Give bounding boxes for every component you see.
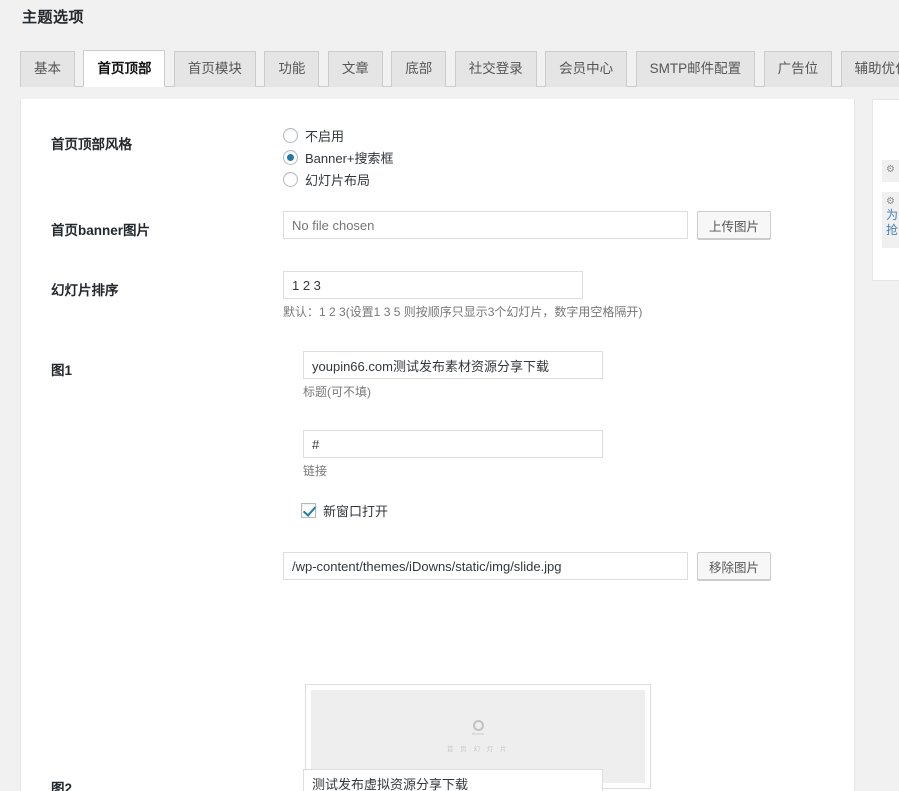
- page-title: 主题选项: [22, 6, 84, 27]
- tab-home-modules[interactable]: 首页模块: [174, 51, 256, 87]
- slide-1-title-group: 标题(可不填): [303, 351, 603, 400]
- checkbox-icon-new-window[interactable]: [301, 503, 316, 518]
- side-panel: ⚙ ⚙ 为 抢: [872, 99, 899, 281]
- banner-upload-group: 上传图片: [283, 211, 771, 239]
- radio-icon-banner-search[interactable]: [283, 150, 298, 165]
- slide-1-link-group: 链接: [303, 430, 603, 479]
- label-slide-order: 幻灯片排序: [51, 279, 119, 299]
- radio-option-slider-layout[interactable]: 幻灯片布局: [283, 169, 394, 190]
- side-panel-item-2-line2: 抢: [886, 223, 899, 238]
- label-slide-2: 图2: [51, 777, 72, 791]
- slide-1-image-group: 移除图片: [283, 552, 771, 580]
- radio-option-disabled[interactable]: 不启用: [283, 125, 394, 146]
- tab-basic[interactable]: 基本: [20, 51, 75, 87]
- side-panel-item-1[interactable]: ⚙: [882, 160, 899, 182]
- gear-icon: [473, 720, 484, 731]
- slide-1-newwindow-checkbox-row[interactable]: 新窗口打开: [301, 501, 388, 520]
- radio-label-banner-search: Banner+搜索框: [305, 148, 394, 167]
- label-banner-image: 首页banner图片: [51, 219, 150, 239]
- gear-icon: ⚙: [886, 164, 899, 176]
- slide-1-title-input[interactable]: [303, 351, 603, 379]
- radio-label-disabled: 不启用: [305, 126, 344, 145]
- tab-features[interactable]: 功能: [264, 51, 319, 87]
- tab-member-center[interactable]: 会员中心: [545, 51, 627, 87]
- slide-1-link-input[interactable]: [303, 430, 603, 458]
- slide-1-newwindow-group: 新窗口打开: [301, 501, 388, 520]
- upload-image-button[interactable]: 上传图片: [697, 211, 771, 239]
- slide-1-image-input[interactable]: [283, 552, 688, 580]
- remove-image-button[interactable]: 移除图片: [697, 552, 771, 580]
- tab-social-login[interactable]: 社交登录: [455, 51, 537, 87]
- radio-icon-slider-layout[interactable]: [283, 172, 298, 187]
- tab-ad-slots[interactable]: 广告位: [764, 51, 833, 87]
- tab-bar: 基本 首页顶部 首页模块 功能 文章 底部 社交登录 会员中心 SMTP邮件配置…: [20, 50, 890, 87]
- tab-home-top[interactable]: 首页顶部: [83, 50, 165, 87]
- slide-2-title-group: [303, 769, 603, 791]
- label-slide-1: 图1: [51, 359, 72, 379]
- side-panel-item-2-line1: 为: [886, 208, 899, 223]
- tab-optimization[interactable]: 辅助优化: [841, 51, 899, 87]
- tab-smtp[interactable]: SMTP邮件配置: [636, 51, 756, 87]
- radio-icon-disabled[interactable]: [283, 128, 298, 143]
- tab-footer[interactable]: 底部: [391, 51, 446, 87]
- slide-order-input[interactable]: [283, 271, 583, 299]
- radio-group-home-top-style: 不启用 Banner+搜索框 幻灯片布局: [283, 125, 394, 191]
- preview-caption-text: 首 页 幻 灯 片: [447, 743, 509, 753]
- slide-order-group: 默认：1 2 3(设置1 3 5 则按顺序只显示3个幻灯片，数字用空格隔开): [283, 271, 642, 320]
- side-panel-item-2[interactable]: ⚙ 为 抢: [882, 192, 899, 248]
- label-home-top-style: 首页顶部风格: [51, 133, 132, 153]
- gear-icon: ⚙: [886, 196, 899, 208]
- slide-2-title-input[interactable]: [303, 769, 603, 791]
- radio-label-slider-layout: 幻灯片布局: [305, 170, 370, 189]
- checkbox-label-new-window: 新窗口打开: [323, 501, 388, 520]
- tab-articles[interactable]: 文章: [328, 51, 383, 87]
- radio-option-banner-search[interactable]: Banner+搜索框: [283, 147, 394, 168]
- slide-order-hint: 默认：1 2 3(设置1 3 5 则按顺序只显示3个幻灯片，数字用空格隔开): [283, 303, 642, 320]
- slide-1-title-hint: 标题(可不填): [303, 383, 603, 400]
- slide-1-link-hint: 链接: [303, 462, 603, 479]
- settings-panel: 首页顶部风格 不启用 Banner+搜索框 幻灯片布局 首页banner图片: [20, 99, 855, 791]
- banner-file-input[interactable]: [283, 211, 688, 239]
- preview-brand-text: iDowns: [472, 732, 484, 737]
- admin-page: 主题选项 基本 首页顶部 首页模块 功能 文章 底部 社交登录 会员中心 SMT…: [0, 0, 899, 791]
